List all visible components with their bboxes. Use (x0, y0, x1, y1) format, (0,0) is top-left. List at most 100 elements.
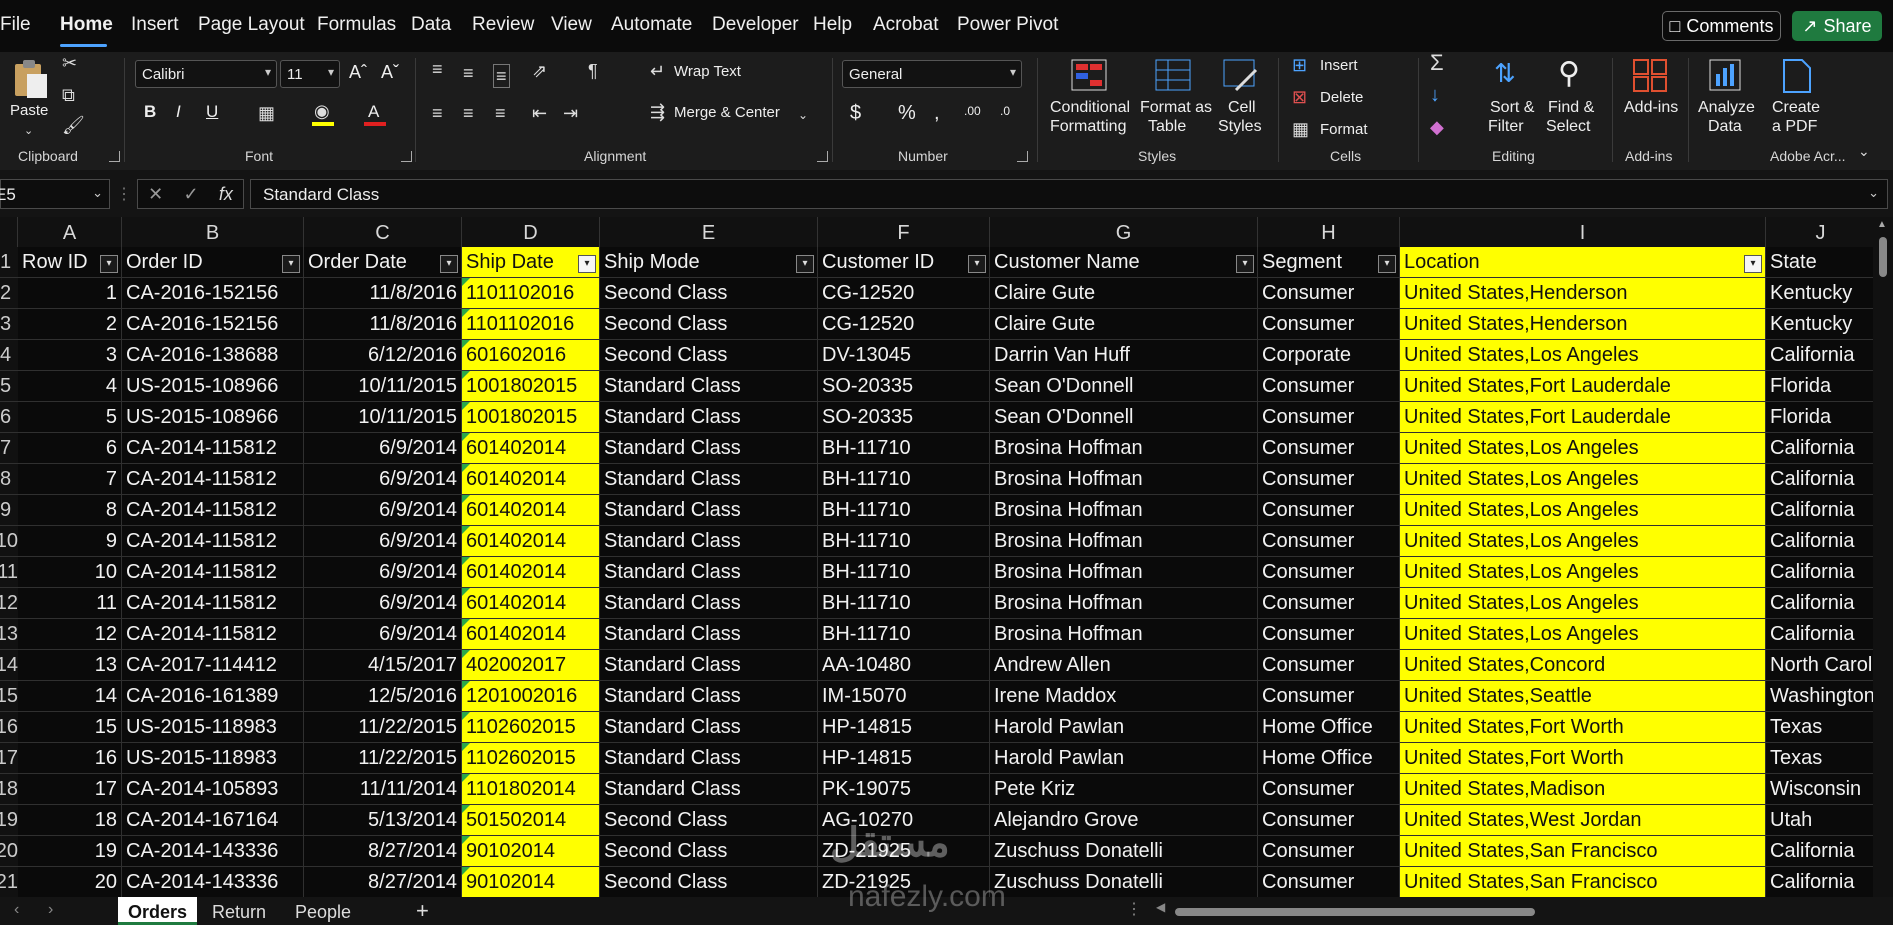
cell[interactable]: 4/15/2017 (304, 650, 462, 680)
filter-dropdown-icon[interactable]: ▾ (1744, 255, 1762, 273)
rtl-icon[interactable]: ¶ (588, 62, 598, 80)
cell[interactable]: Sean O'Donnell (990, 371, 1258, 401)
tab-help[interactable]: Help (813, 14, 852, 36)
row-header[interactable]: 21 (0, 867, 18, 897)
cell[interactable]: Second Class (600, 278, 818, 308)
cell[interactable]: United States,Fort Lauderdale (1400, 402, 1766, 432)
format-painter-icon[interactable]: 🖌 (62, 116, 85, 134)
cell[interactable]: Consumer (1258, 557, 1400, 587)
fill-icon[interactable]: ↓ (1430, 85, 1440, 105)
cell[interactable]: Texas (1766, 712, 1876, 742)
tab-developer[interactable]: Developer (712, 14, 799, 36)
cell[interactable]: Consumer (1258, 650, 1400, 680)
increase-decimal-icon[interactable]: .00 (964, 104, 981, 118)
cell[interactable]: AA-10480 (818, 650, 990, 680)
format-as-table-button[interactable]: Format as Table (1138, 56, 1212, 142)
vertical-scrollbar[interactable]: ▲ (1873, 217, 1893, 897)
cell[interactable]: Standard Class (600, 402, 818, 432)
cell[interactable]: 12/5/2016 (304, 681, 462, 711)
column-header-a[interactable]: A (18, 217, 122, 247)
cell[interactable]: Consumer (1258, 588, 1400, 618)
cell[interactable]: Consumer (1258, 836, 1400, 866)
cell[interactable]: 11/22/2015 (304, 743, 462, 773)
row-header[interactable]: 10 (0, 526, 18, 556)
cell[interactable]: Harold Pawlan (990, 712, 1258, 742)
cell[interactable]: CA-2016-152156 (122, 278, 304, 308)
cell[interactable]: 2 (18, 309, 122, 339)
cell[interactable]: Standard Class (600, 619, 818, 649)
cell[interactable]: BH-11710 (818, 464, 990, 494)
cell[interactable]: ZD-21925 (818, 867, 990, 897)
table-header-cell[interactable]: Segment ▾ (1258, 247, 1400, 277)
name-box[interactable]: E5 ⌄ (0, 179, 110, 209)
cell[interactable]: Utah (1766, 805, 1876, 835)
cell[interactable]: 8/27/2014 (304, 867, 462, 897)
cell[interactable]: 6/9/2014 (304, 495, 462, 525)
clipboard-launcher-icon[interactable] (109, 151, 120, 162)
cell[interactable]: United States,Madison (1400, 774, 1766, 804)
tab-view[interactable]: View (551, 14, 592, 36)
align-middle-icon[interactable]: ≡ (463, 64, 474, 82)
cell[interactable]: United States,Los Angeles (1400, 526, 1766, 556)
cell[interactable]: BH-11710 (818, 619, 990, 649)
cell[interactable]: SO-20335 (818, 371, 990, 401)
tab-home[interactable]: Home (60, 14, 113, 36)
row-header[interactable]: 9 (0, 495, 18, 525)
decrease-decimal-icon[interactable]: .0 (1000, 104, 1010, 118)
number-format-select[interactable]: General ▾ (842, 60, 1022, 88)
cell[interactable]: Kentucky (1766, 309, 1876, 339)
cell[interactable]: Consumer (1258, 402, 1400, 432)
sheet-tab-orders[interactable]: Orders (118, 897, 198, 925)
cell[interactable]: 90102014 (462, 836, 600, 866)
conditional-formatting-button[interactable]: Conditional Formatting (1048, 56, 1130, 142)
cell[interactable]: Standard Class (600, 495, 818, 525)
cell[interactable]: SO-20335 (818, 402, 990, 432)
insert-function-icon[interactable]: fx (219, 184, 233, 205)
cell[interactable]: 6 (18, 433, 122, 463)
cell[interactable]: BH-11710 (818, 495, 990, 525)
cell[interactable]: Standard Class (600, 371, 818, 401)
cell[interactable]: California (1766, 619, 1876, 649)
cell[interactable]: 11/22/2015 (304, 712, 462, 742)
cell[interactable]: AG-10270 (818, 805, 990, 835)
cell[interactable]: PK-19075 (818, 774, 990, 804)
cell[interactable]: DV-13045 (818, 340, 990, 370)
cell[interactable]: BH-11710 (818, 588, 990, 618)
cell[interactable]: United States,Los Angeles (1400, 495, 1766, 525)
cell[interactable]: Brosina Hoffman (990, 433, 1258, 463)
cell[interactable]: United States,West Jordan (1400, 805, 1766, 835)
cell[interactable]: CA-2014-115812 (122, 588, 304, 618)
find-select-button[interactable]: ⚲ Find & Select (1544, 56, 1602, 142)
cell[interactable]: Florida (1766, 402, 1876, 432)
bold-icon[interactable]: B (144, 102, 156, 122)
cell[interactable]: Darrin Van Huff (990, 340, 1258, 370)
cell[interactable]: 5/13/2014 (304, 805, 462, 835)
cell[interactable]: CA-2014-115812 (122, 464, 304, 494)
alignment-launcher-icon[interactable] (817, 151, 828, 162)
cell[interactable]: Consumer (1258, 681, 1400, 711)
cell[interactable]: US-2015-108966 (122, 402, 304, 432)
autosum-icon[interactable]: Σ (1430, 52, 1444, 74)
cell[interactable]: HP-14815 (818, 743, 990, 773)
table-header-cell[interactable]: Order ID ▾ (122, 247, 304, 277)
table-header-cell[interactable]: Row ID ▾ (18, 247, 122, 277)
cell[interactable]: Consumer (1258, 309, 1400, 339)
tab-review[interactable]: Review (472, 14, 534, 36)
cell[interactable]: California (1766, 495, 1876, 525)
cell[interactable]: United States,Henderson (1400, 309, 1766, 339)
font-color-icon[interactable]: A (364, 102, 386, 126)
tab-acrobat[interactable]: Acrobat (873, 14, 938, 36)
tab-page-layout[interactable]: Page Layout (198, 14, 305, 36)
scroll-up-icon[interactable]: ▲ (1877, 219, 1887, 230)
cell[interactable]: 601402014 (462, 557, 600, 587)
cell[interactable]: California (1766, 464, 1876, 494)
scroll-left-icon[interactable]: ◀ (1156, 900, 1165, 914)
cell[interactable]: Corporate (1258, 340, 1400, 370)
enter-icon[interactable]: ✓ (183, 184, 198, 205)
cell[interactable]: 1101802014 (462, 774, 600, 804)
underline-icon[interactable]: U (206, 102, 218, 122)
row-header[interactable]: 15 (0, 681, 18, 711)
cell[interactable]: 5 (18, 402, 122, 432)
paste-button[interactable]: Paste ⌄ (6, 56, 56, 140)
cell[interactable]: Second Class (600, 340, 818, 370)
